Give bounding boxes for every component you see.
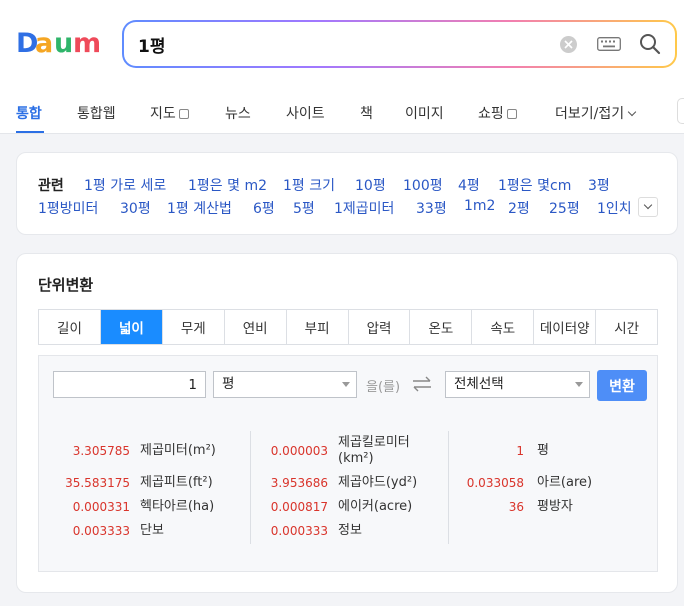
new-window-icon [178, 109, 189, 119]
result-value: 0.003333 [72, 524, 130, 538]
tab-fuel-economy[interactable]: 연비 [224, 310, 287, 344]
related-link[interactable]: 5평 [293, 198, 315, 218]
result-unit: 평방자 [537, 499, 573, 514]
result-unit: 아르(are) [537, 475, 593, 490]
result-value: 0.000331 [72, 500, 130, 514]
amount-input[interactable] [53, 371, 206, 398]
related-link[interactable]: 1평 가로 세로 [84, 175, 166, 195]
dropdown-arrow-icon [575, 382, 583, 387]
related-link[interactable]: 2평 [508, 198, 530, 218]
tab-temperature[interactable]: 온도 [410, 310, 473, 344]
result-unit: 정보 [338, 523, 362, 538]
related-link[interactable]: 100평 [403, 175, 443, 195]
tab-map[interactable]: 지도 [150, 103, 189, 123]
related-link[interactable]: 1제곱미터 [334, 198, 394, 218]
related-link[interactable]: 3평 [588, 175, 610, 195]
nav-extra-button[interactable] [677, 98, 684, 124]
convert-button[interactable]: 변환 [597, 370, 647, 401]
result-unit: 제곱야드(yd²) [338, 475, 418, 490]
keyboard-icon[interactable] [597, 37, 621, 51]
related-link[interactable]: 1평은 몇 m2 [188, 175, 267, 195]
related-link[interactable]: 10평 [355, 175, 386, 195]
related-label: 관련 [38, 178, 64, 194]
result-unit: 제곱킬로미터(km²) [338, 435, 410, 466]
search-tabs: 통합 통합웹 지도 뉴스 사이트 책 이미지 쇼핑 더보기/접기 [0, 88, 684, 134]
related-expand-button[interactable] [638, 197, 658, 217]
tab-site[interactable]: 사이트 [286, 103, 325, 123]
tab-pressure[interactable]: 압력 [348, 310, 411, 344]
result-value: 0.000817 [270, 500, 328, 514]
result-unit: 평 [537, 443, 549, 458]
tab-more-toggle[interactable]: 더보기/접기 [555, 103, 637, 123]
active-tab-indicator [16, 131, 44, 133]
result-value: 35.583175 [65, 476, 130, 490]
converter-title: 단위변환 [38, 276, 94, 294]
related-link[interactable]: 1평 계산법 [167, 198, 232, 218]
result-unit: 단보 [140, 523, 164, 538]
result-value: 3.305785 [72, 444, 130, 458]
clear-icon[interactable] [560, 36, 577, 53]
related-link[interactable]: 6평 [253, 198, 275, 218]
tab-book[interactable]: 책 [360, 103, 373, 123]
result-unit: 에이커(acre) [338, 499, 413, 514]
chevron-down-icon [627, 107, 637, 117]
unit-converter: 단위변환 길이 넓이 무게 연비 부피 압력 온도 속도 데이터양 시간 평 을… [16, 253, 678, 593]
related-link[interactable]: 4평 [458, 175, 480, 195]
related-link[interactable]: 1m2 [464, 198, 495, 214]
from-unit-select[interactable]: 평 [213, 371, 357, 398]
tab-speed[interactable]: 속도 [472, 310, 535, 344]
unit-category-tabs: 길이 넓이 무게 연비 부피 압력 온도 속도 데이터양 시간 [38, 309, 658, 345]
tab-data-amount[interactable]: 데이터양 [534, 310, 597, 344]
related-link[interactable]: 1평방미터 [38, 198, 98, 218]
chevron-down-icon [643, 200, 653, 210]
to-unit-select[interactable]: 전체선택 [445, 371, 590, 398]
tab-image[interactable]: 이미지 [405, 103, 444, 123]
result-value: 36 [508, 500, 524, 514]
column-divider [250, 431, 251, 544]
result-value: 3.953686 [270, 476, 328, 490]
dropdown-arrow-icon [342, 382, 350, 387]
converter-panel: 평 을(를) 전체선택 변환 3.305785 제곱미터(m²) 35.5831… [38, 355, 658, 572]
related-link[interactable]: 1평 크기 [283, 175, 335, 195]
daum-logo[interactable]: D a u m [16, 28, 102, 60]
tab-time[interactable]: 시간 [596, 310, 658, 344]
result-value: 0.000003 [270, 444, 328, 458]
search-icon[interactable] [639, 33, 661, 55]
tab-length[interactable]: 길이 [39, 310, 101, 344]
result-unit: 제곱피트(ft²) [140, 475, 213, 490]
tab-integrated[interactable]: 통합 [16, 103, 42, 123]
related-link[interactable]: 25평 [549, 198, 580, 218]
search-input[interactable] [138, 31, 518, 57]
result-unit: 헥타아르(ha) [140, 499, 215, 514]
tab-shopping[interactable]: 쇼핑 [478, 103, 517, 123]
related-link[interactable]: 30평 [120, 198, 151, 218]
new-window-icon [506, 109, 517, 119]
tab-volume[interactable]: 부피 [286, 310, 349, 344]
tab-area[interactable]: 넓이 [100, 310, 163, 344]
tab-integrated-web[interactable]: 통합웹 [77, 103, 116, 123]
header: D a u m [0, 0, 684, 88]
related-link[interactable]: 33평 [416, 198, 447, 218]
swap-icon[interactable] [411, 375, 433, 393]
particle-label: 을(를) [366, 380, 401, 395]
result-unit: 제곱미터(m²) [140, 443, 216, 458]
result-value: 0.033058 [466, 476, 524, 490]
tab-news[interactable]: 뉴스 [225, 103, 251, 123]
column-divider [448, 431, 449, 544]
result-value: 0.000333 [270, 524, 328, 538]
related-link[interactable]: 1인치 [597, 198, 632, 218]
tab-weight[interactable]: 무게 [162, 310, 225, 344]
result-value: 1 [516, 444, 524, 458]
search-box [122, 20, 677, 68]
related-searches: 관련 1평 가로 세로 1평은 몇 m2 1평 크기 10평 100평 4평 1… [16, 152, 678, 235]
related-link[interactable]: 1평은 몇cm [498, 175, 571, 195]
